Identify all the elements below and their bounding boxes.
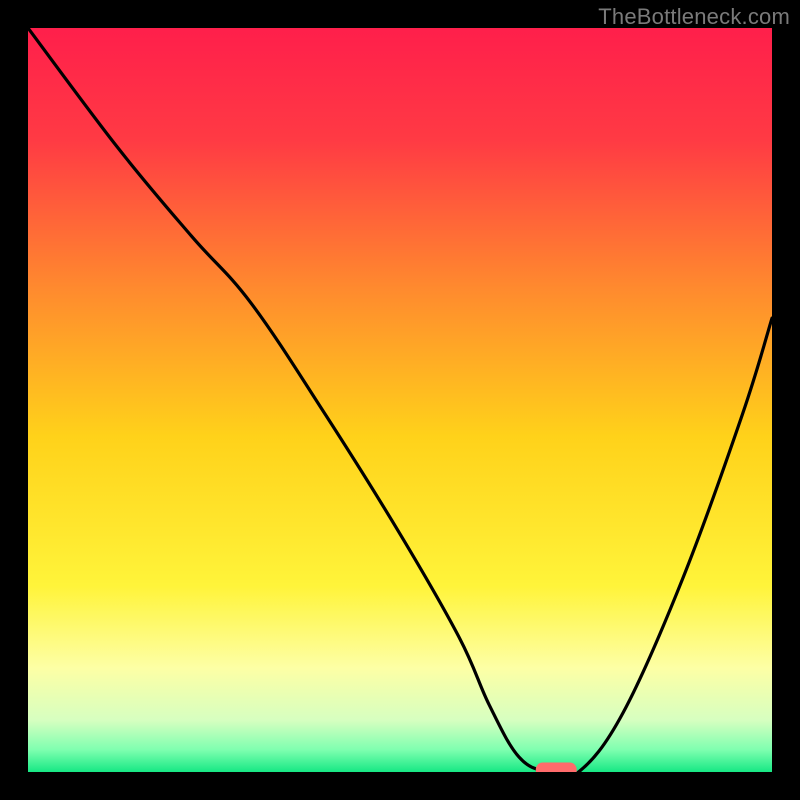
- chart-background: [28, 28, 772, 772]
- chart-plot-area: [28, 28, 772, 772]
- watermark-label: TheBottleneck.com: [598, 4, 790, 30]
- chart-frame: TheBottleneck.com: [0, 0, 800, 800]
- chart-svg: [28, 28, 772, 772]
- optimal-marker: [536, 763, 577, 772]
